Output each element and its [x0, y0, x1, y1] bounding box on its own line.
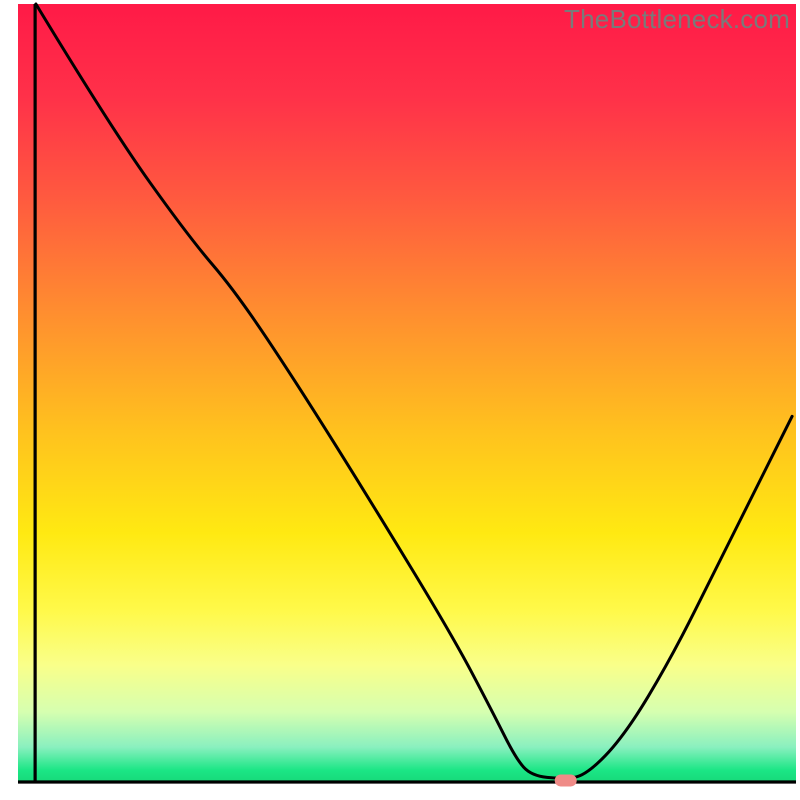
bottleneck-chart	[0, 0, 800, 800]
optimum-marker	[555, 774, 577, 786]
plot-background	[18, 4, 796, 782]
chart-container: TheBottleneck.com	[0, 0, 800, 800]
watermark-text: TheBottleneck.com	[564, 4, 790, 35]
